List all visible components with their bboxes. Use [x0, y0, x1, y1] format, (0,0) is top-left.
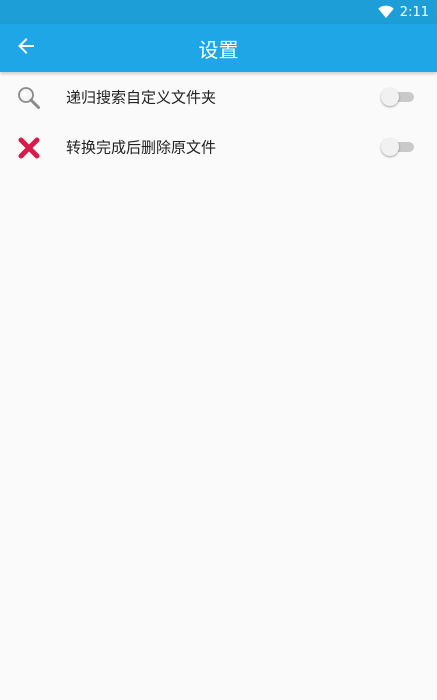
- switch-thumb: [381, 88, 399, 106]
- magnifier-icon: [16, 85, 42, 111]
- setting-row-delete-original[interactable]: 转换完成后删除原文件: [0, 122, 437, 172]
- status-time: 2:11: [399, 4, 429, 20]
- red-cross-icon: [16, 135, 42, 161]
- setting-label: 递归搜索自定义文件夹: [66, 88, 217, 107]
- wifi-icon: [377, 5, 394, 19]
- recursive-search-switch[interactable]: [381, 88, 414, 106]
- settings-list: 递归搜索自定义文件夹 转换完成后删除原文件: [0, 72, 437, 172]
- switch-thumb: [381, 138, 399, 156]
- status-right: 2:11: [377, 0, 429, 24]
- delete-original-switch[interactable]: [381, 138, 414, 156]
- page-title: 设置: [198, 37, 239, 62]
- setting-label: 转换完成后删除原文件: [66, 138, 217, 157]
- status-bar: 2:11: [0, 0, 437, 24]
- app-bar: 设置: [0, 24, 437, 72]
- setting-row-recursive-search[interactable]: 递归搜索自定义文件夹: [0, 72, 437, 122]
